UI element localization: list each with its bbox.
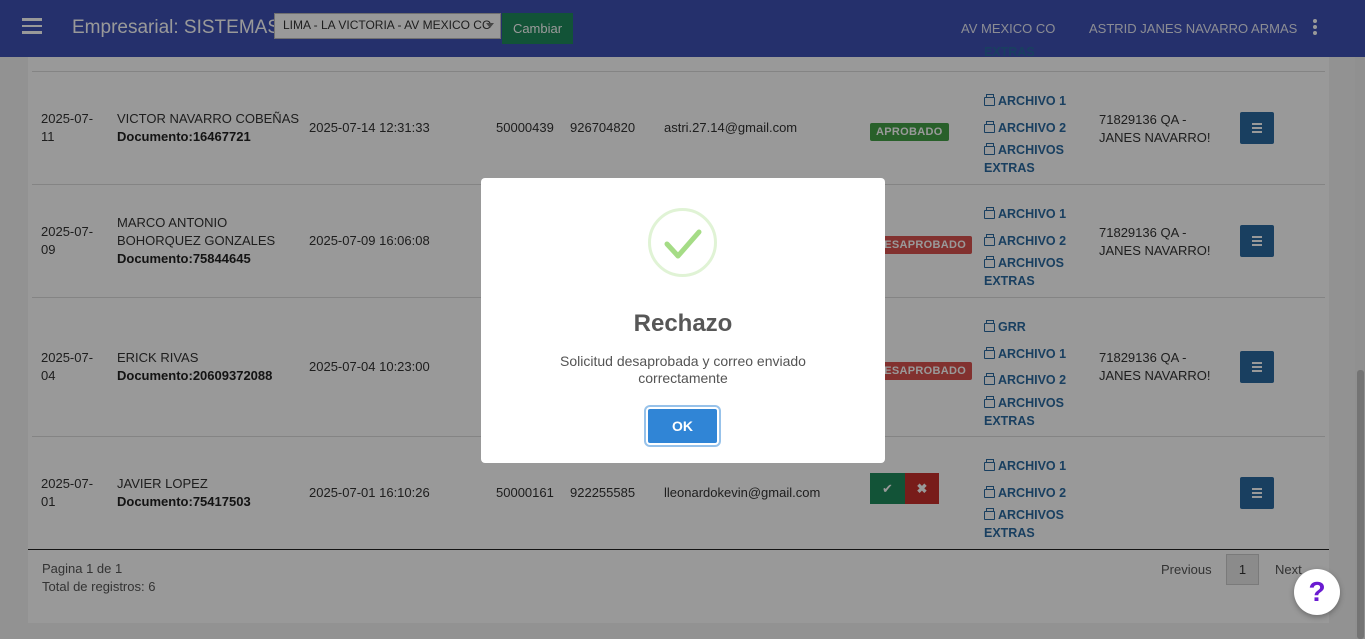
dialog-title: Rechazo xyxy=(633,310,733,337)
dialog-message: Solicitud desaprobada y correo enviado c… xyxy=(560,353,806,386)
success-check-icon xyxy=(648,208,717,277)
help-button[interactable]: ? xyxy=(1294,569,1340,615)
alert-dialog: Rechazo Solicitud desaprobada y correo e… xyxy=(481,178,885,463)
ok-button[interactable]: OK xyxy=(646,407,719,445)
